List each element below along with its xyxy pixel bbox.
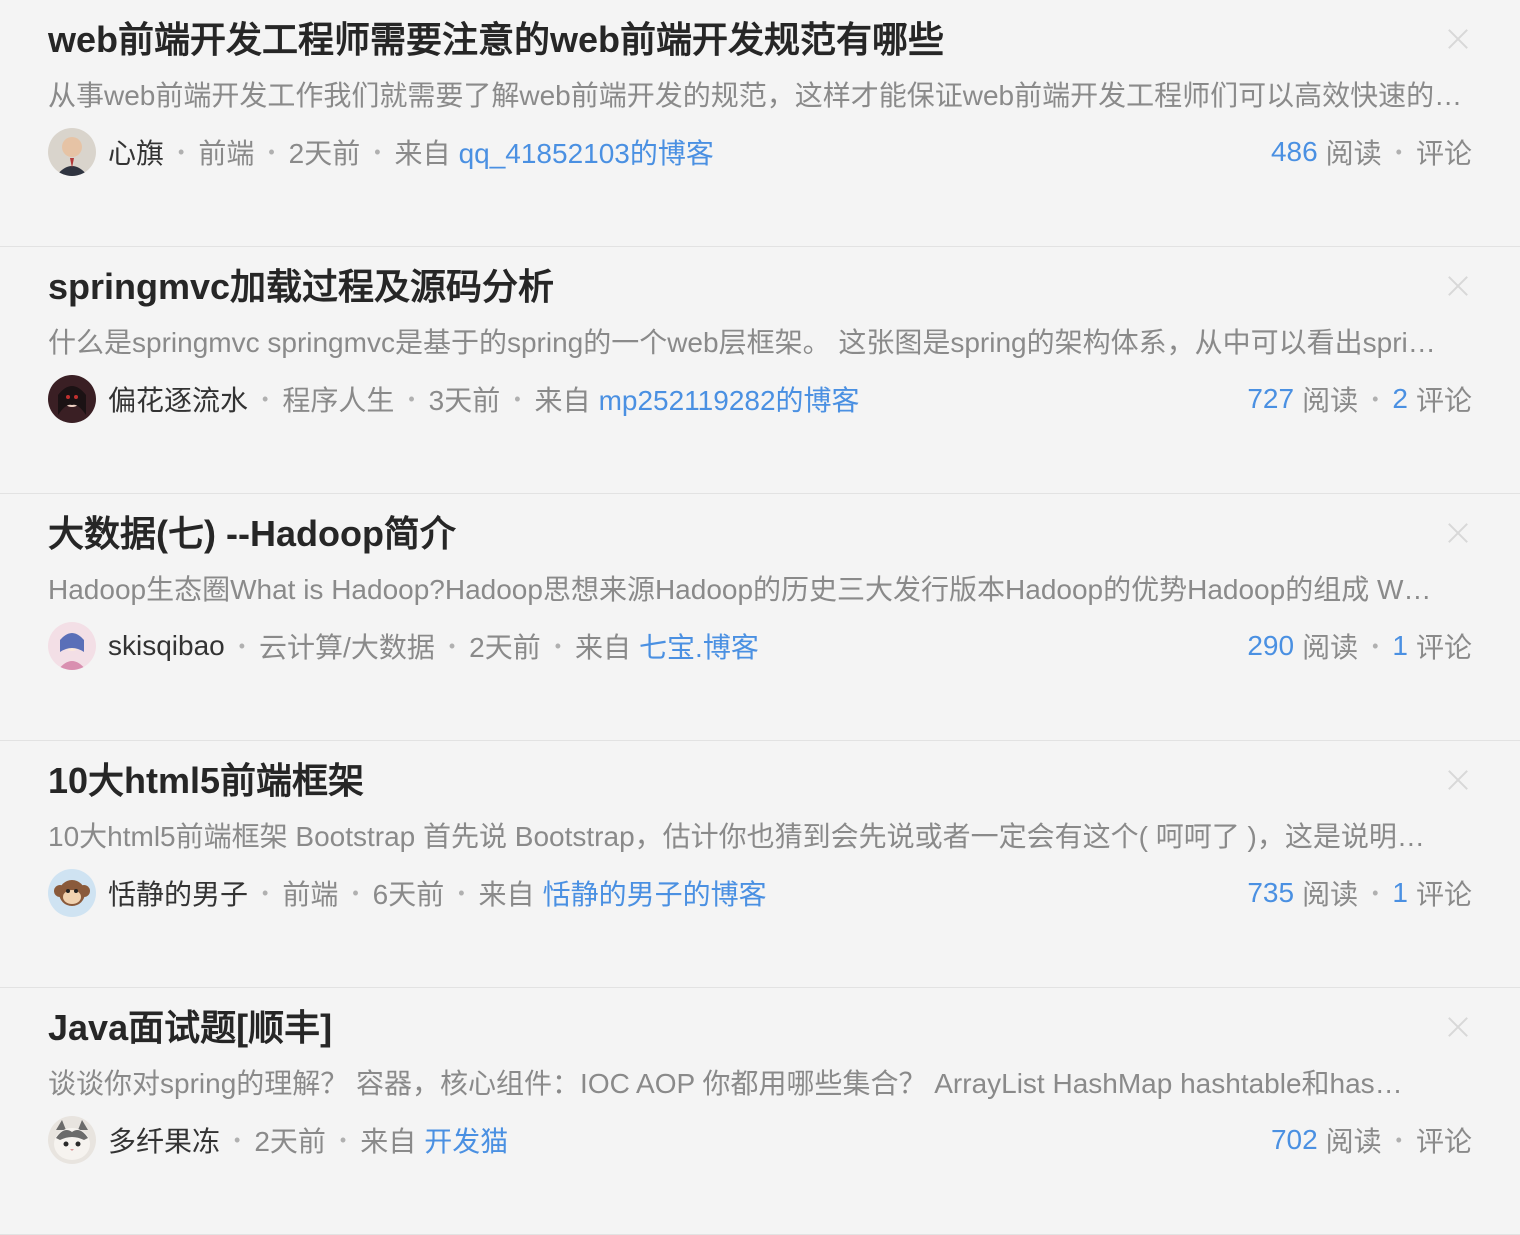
separator-dot: • bbox=[339, 1129, 347, 1150]
read-count: 290 bbox=[1247, 630, 1295, 661]
separator-dot: • bbox=[262, 882, 269, 903]
close-icon[interactable] bbox=[1446, 26, 1470, 50]
separator-dot: • bbox=[514, 388, 521, 409]
avatar[interactable] bbox=[48, 1116, 96, 1164]
comment-count: 1 bbox=[1392, 877, 1408, 908]
article-title[interactable]: web前端开发工程师需要注意的web前端开发规范有哪些 bbox=[48, 16, 944, 64]
read-label: 阅读 bbox=[1325, 1126, 1382, 1157]
comment-label[interactable]: 评论 bbox=[1416, 132, 1472, 172]
article-title[interactable]: springmvc加载过程及源码分析 bbox=[48, 263, 554, 311]
author-name[interactable]: skisqibao bbox=[108, 630, 225, 662]
read-label: 阅读 bbox=[1325, 138, 1382, 169]
close-icon[interactable] bbox=[1446, 520, 1470, 544]
avatar[interactable] bbox=[48, 375, 96, 423]
read-label: 阅读 bbox=[1302, 385, 1359, 416]
article-title[interactable]: 大数据(七) --Hadoop简介 bbox=[48, 510, 456, 558]
article-meta: skisqibao • 云计算/大数据 • 2天前 • 来自 七宝.博客 290… bbox=[48, 622, 1472, 670]
separator-dot: • bbox=[1372, 635, 1379, 656]
separator-dot: • bbox=[1395, 141, 1402, 162]
comment-label[interactable]: 评论 bbox=[1416, 873, 1472, 913]
category-tag[interactable]: 前端 bbox=[198, 132, 254, 172]
post-time: 2天前 bbox=[288, 138, 361, 169]
close-icon[interactable] bbox=[1446, 273, 1470, 297]
separator-dot: • bbox=[268, 141, 275, 162]
article-feed: web前端开发工程师需要注意的web前端开发规范有哪些 从事web前端开发工作我… bbox=[0, 0, 1520, 1235]
author-name[interactable]: 偏花逐流水 bbox=[108, 379, 248, 419]
source-prefix: 来自 bbox=[478, 879, 535, 910]
source-prefix: 来自 bbox=[575, 632, 632, 663]
separator-dot: • bbox=[1372, 882, 1379, 903]
source-prefix: 来自 bbox=[534, 385, 591, 416]
separator-dot: • bbox=[262, 388, 269, 409]
article-meta: 多纤果冻 • 2天前 • 来自 开发猫 702 阅读 • 评论 bbox=[48, 1116, 1472, 1164]
source-link[interactable]: mp252119282的博客 bbox=[599, 379, 860, 419]
comment-label[interactable]: 评论 bbox=[1416, 379, 1472, 419]
source-link[interactable]: 恬静的男子的博客 bbox=[543, 873, 767, 913]
close-icon[interactable] bbox=[1446, 767, 1470, 791]
article-summary: 什么是springmvc springmvc是基于的spring的一个web层框… bbox=[48, 327, 1436, 358]
article-card: springmvc加载过程及源码分析 什么是springmvc springmv… bbox=[0, 247, 1520, 494]
separator-dot: • bbox=[352, 882, 359, 903]
separator-dot: • bbox=[1372, 388, 1379, 409]
avatar[interactable] bbox=[48, 869, 96, 917]
source-prefix: 来自 bbox=[360, 1126, 417, 1157]
article-card: Java面试题[顺丰] 谈谈你对spring的理解？ 容器，核心组件：IOC A… bbox=[0, 988, 1520, 1235]
article-card: 10大html5前端框架 10大html5前端框架 Bootstrap 首先说 … bbox=[0, 741, 1520, 988]
article-title[interactable]: 10大html5前端框架 bbox=[48, 757, 364, 805]
article-summary: 谈谈你对spring的理解？ 容器，核心组件：IOC AOP 你都用哪些集合？ … bbox=[48, 1068, 1403, 1099]
article-card: web前端开发工程师需要注意的web前端开发规范有哪些 从事web前端开发工作我… bbox=[0, 0, 1520, 247]
read-label: 阅读 bbox=[1302, 879, 1359, 910]
read-count: 702 bbox=[1270, 1124, 1318, 1155]
separator-dot: • bbox=[374, 141, 381, 162]
separator-dot: • bbox=[1395, 1129, 1402, 1150]
comment-label[interactable]: 评论 bbox=[1416, 1120, 1472, 1160]
article-meta: 恬静的男子 • 前端 • 6天前 • 来自 恬静的男子的博客 735 阅读 • … bbox=[48, 869, 1472, 917]
separator-dot: • bbox=[234, 1129, 241, 1150]
article-meta: 偏花逐流水 • 程序人生 • 3天前 • 来自 mp252119282的博客 7… bbox=[48, 375, 1472, 423]
comment-label[interactable]: 评论 bbox=[1416, 626, 1472, 666]
article-meta: 心旗 • 前端 • 2天前 • 来自 qq_41852103的博客 486 阅读… bbox=[48, 128, 1472, 176]
article-card: 大数据(七) --Hadoop简介 Hadoop生态圈What is Hadoo… bbox=[0, 494, 1520, 741]
source-link[interactable]: qq_41852103的博客 bbox=[459, 132, 714, 172]
article-summary: Hadoop生态圈What is Hadoop?Hadoop思想来源Hadoop… bbox=[48, 574, 1432, 605]
category-tag[interactable]: 前端 bbox=[282, 873, 338, 913]
separator-dot: • bbox=[458, 882, 465, 903]
author-name[interactable]: 心旗 bbox=[108, 132, 164, 172]
separator-dot: • bbox=[178, 141, 185, 162]
source-link[interactable]: 七宝.博客 bbox=[639, 626, 759, 666]
source-link[interactable]: 开发猫 bbox=[424, 1120, 508, 1160]
separator-dot: • bbox=[408, 388, 415, 409]
author-name[interactable]: 多纤果冻 bbox=[108, 1120, 220, 1160]
article-summary: 从事web前端开发工作我们就需要了解web前端开发的规范，这样才能保证web前端… bbox=[48, 80, 1463, 111]
separator-dot: • bbox=[238, 635, 246, 656]
read-count: 735 bbox=[1247, 877, 1295, 908]
avatar[interactable] bbox=[48, 128, 96, 176]
post-time: 3天前 bbox=[428, 385, 501, 416]
post-time: 2天前 bbox=[254, 1126, 326, 1157]
separator-dot: • bbox=[554, 635, 562, 656]
source-prefix: 来自 bbox=[394, 138, 451, 169]
author-name[interactable]: 恬静的男子 bbox=[108, 873, 248, 913]
post-time: 6天前 bbox=[372, 879, 445, 910]
comment-count: 2 bbox=[1392, 383, 1408, 414]
avatar[interactable] bbox=[48, 622, 96, 670]
category-tag[interactable]: 程序人生 bbox=[282, 379, 394, 419]
separator-dot: • bbox=[448, 635, 456, 656]
article-summary: 10大html5前端框架 Bootstrap 首先说 Bootstrap，估计你… bbox=[48, 821, 1425, 852]
article-title[interactable]: Java面试题[顺丰] bbox=[48, 1004, 332, 1052]
post-time: 2天前 bbox=[469, 632, 541, 663]
read-label: 阅读 bbox=[1302, 632, 1359, 663]
comment-count: 1 bbox=[1392, 630, 1408, 661]
read-count: 727 bbox=[1247, 383, 1295, 414]
category-tag[interactable]: 云计算/大数据 bbox=[259, 626, 435, 666]
close-icon[interactable] bbox=[1446, 1014, 1470, 1038]
read-count: 486 bbox=[1270, 136, 1318, 167]
